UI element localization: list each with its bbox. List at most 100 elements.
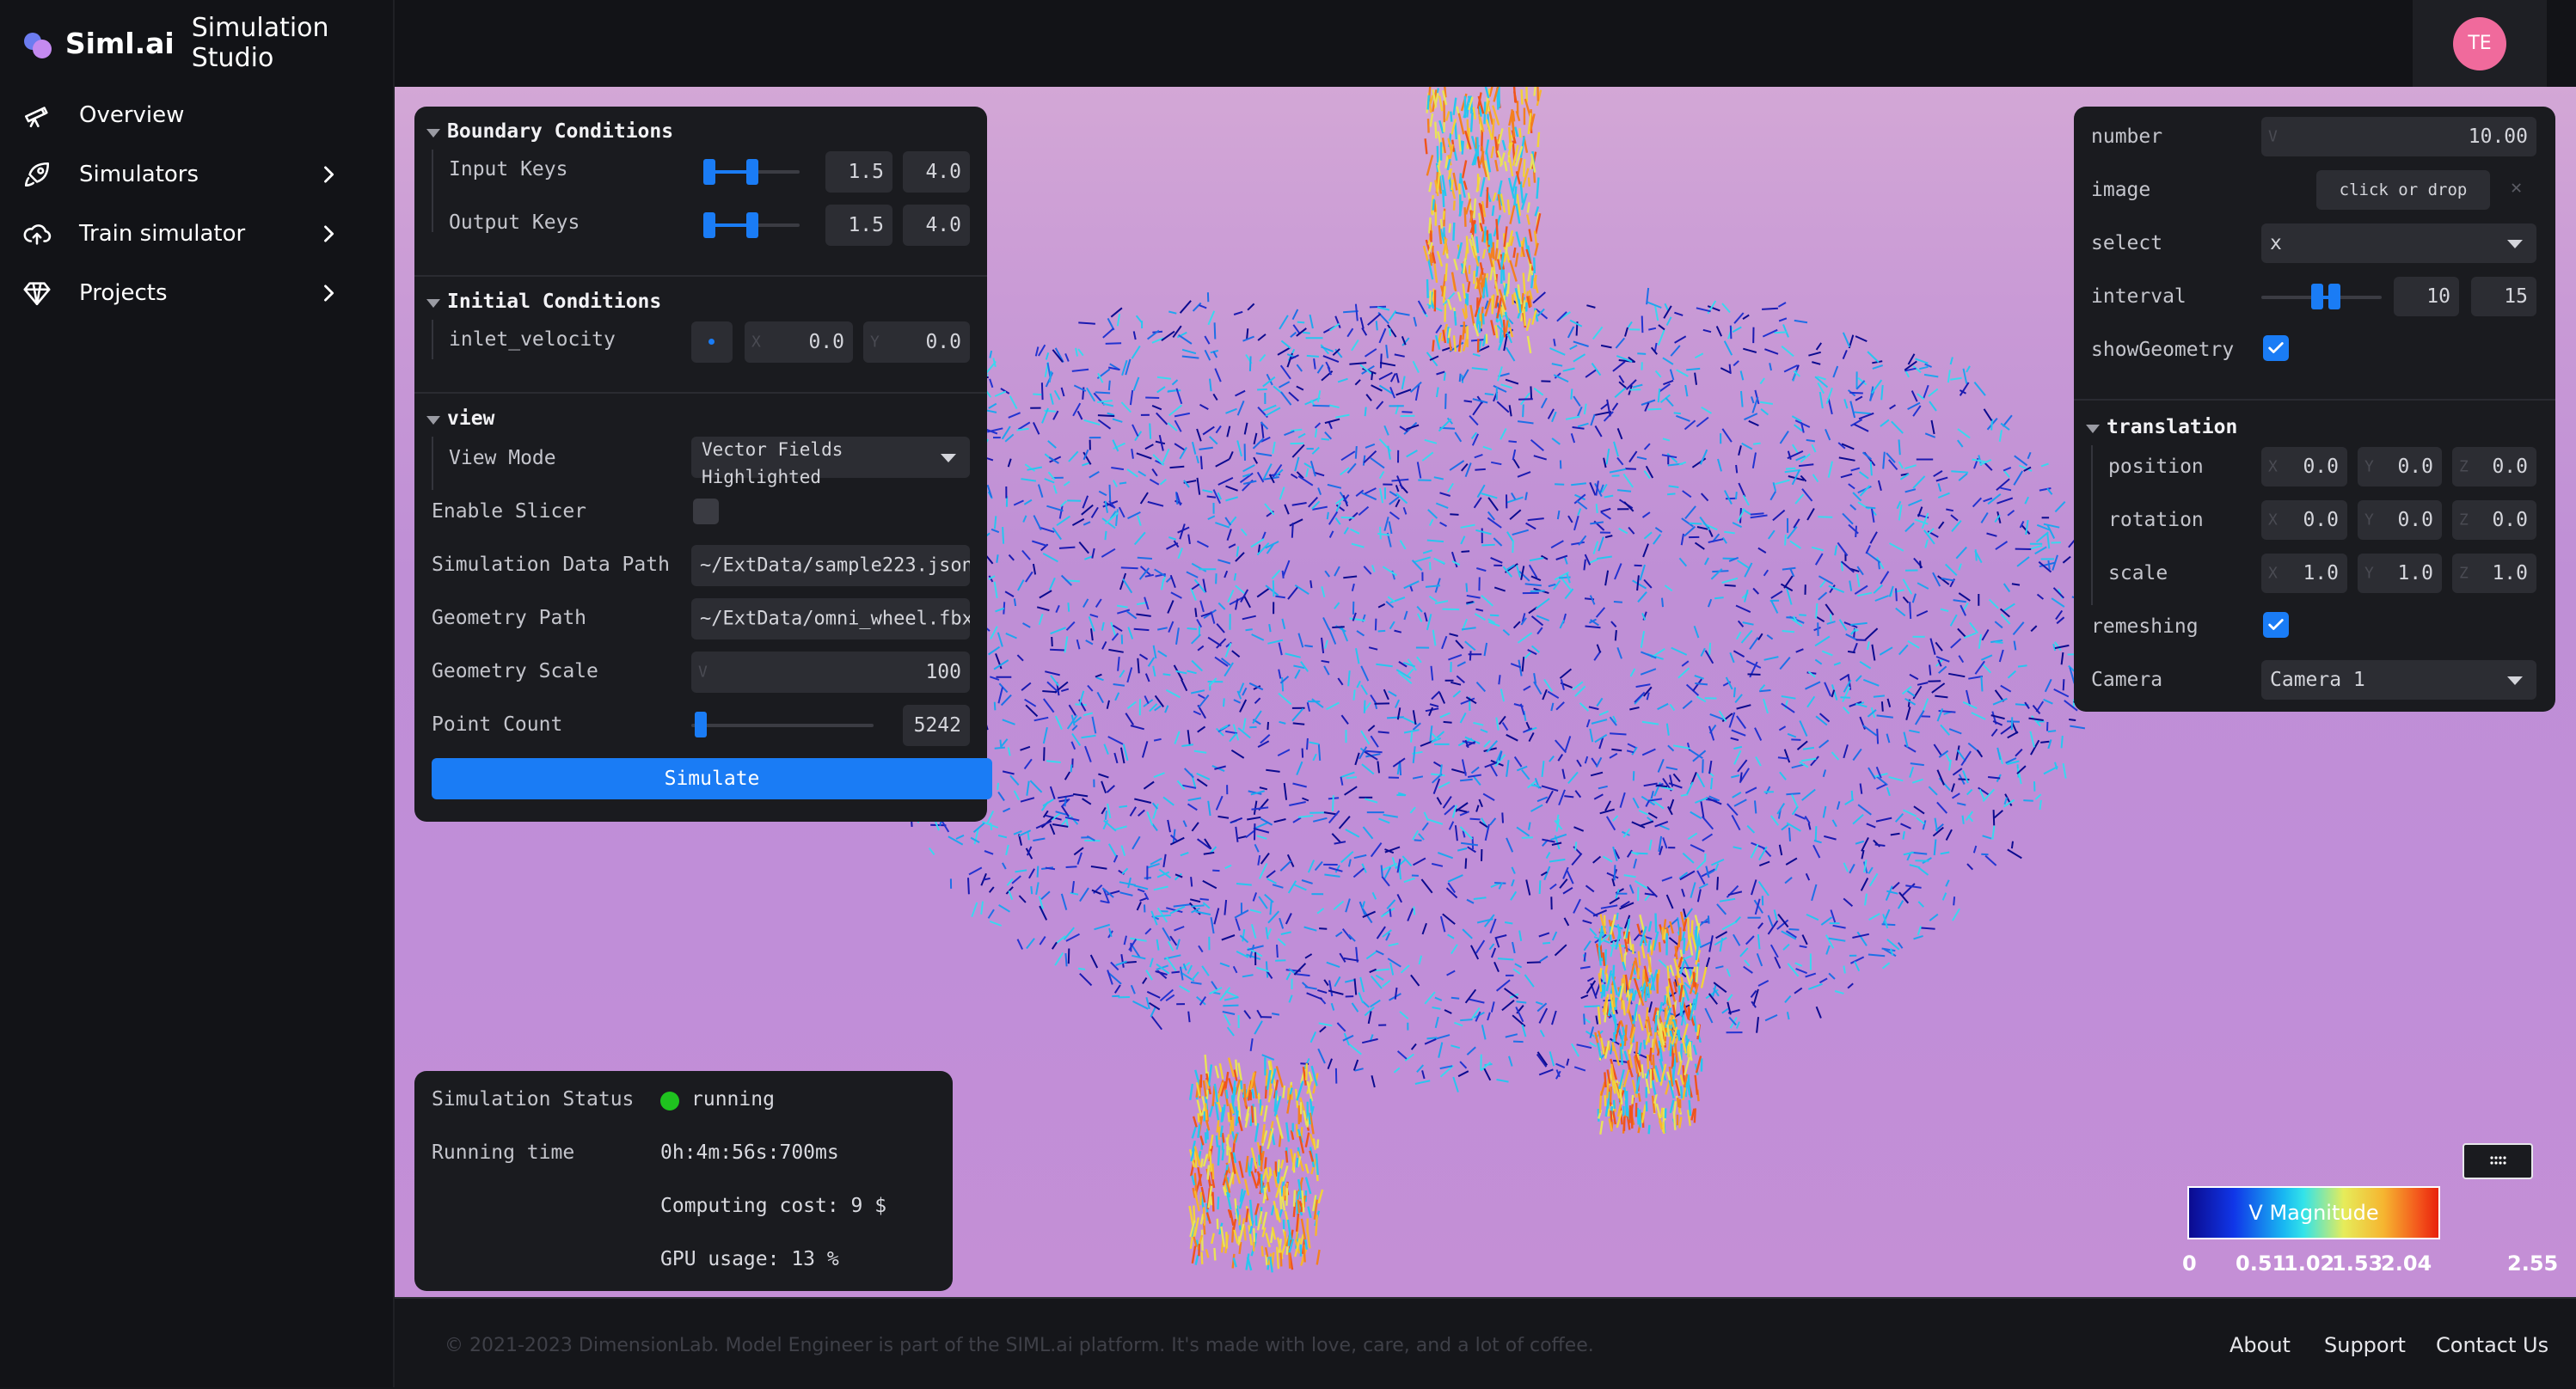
select-label: select	[2091, 232, 2162, 254]
brand-studio: Simulation Studio	[192, 13, 393, 73]
section-indent-line	[432, 150, 433, 232]
output-keys-min-handle[interactable]	[703, 212, 715, 238]
input-keys-max-handle[interactable]	[746, 159, 758, 185]
rotation-z-field[interactable]: Z0.0	[2452, 500, 2536, 540]
collapse-triangle-icon[interactable]	[426, 416, 440, 425]
point-count-field[interactable]: 5242	[903, 705, 970, 746]
sidebar-item-train-simulator[interactable]: Train simulator	[22, 210, 340, 258]
chevron-down-icon	[2507, 676, 2523, 685]
section-title-initial[interactable]: Initial Conditions	[447, 291, 661, 313]
section-indent-line	[432, 437, 433, 490]
status-value: running	[691, 1088, 775, 1111]
copyright: © 2021-2023 DimensionLab. Model Engineer…	[445, 1335, 1594, 1356]
geometry-scale-input[interactable]: V100	[691, 652, 970, 693]
gpu-usage: GPU usage: 13 %	[660, 1248, 839, 1270]
scale-y-field[interactable]: Y1.0	[2358, 554, 2442, 593]
sim-data-path-label: Simulation Data Path	[432, 554, 670, 576]
position-z-field[interactable]: Z0.0	[2452, 447, 2536, 486]
legend-tick: 0	[2182, 1251, 2197, 1276]
scale-z-field[interactable]: Z1.0	[2452, 554, 2536, 593]
point-count-slider-handle[interactable]	[695, 712, 707, 737]
view-mode-select[interactable]: Vector Fields Highlighted	[691, 437, 970, 478]
section-title-translation[interactable]: translation	[2107, 416, 2237, 438]
simulate-button[interactable]: Simulate	[432, 758, 992, 799]
grid-toggle-button[interactable]	[2463, 1143, 2533, 1179]
interval-label: interval	[2091, 285, 2187, 308]
input-keys-min-field[interactable]: 1.5	[825, 151, 892, 193]
legend-tick: 1.53	[2332, 1251, 2383, 1276]
section-indent-line	[432, 320, 433, 359]
camera-label: Camera	[2091, 669, 2162, 691]
geometry-path-input[interactable]: ~/ExtData/omni_wheel.fbx	[691, 598, 970, 639]
output-keys-min-field[interactable]: 1.5	[825, 205, 892, 246]
select-dropdown[interactable]: x	[2261, 223, 2536, 263]
chevron-right-icon	[316, 281, 340, 305]
brand-name: Siml.ai	[65, 27, 175, 60]
geometry-scale-label: Geometry Scale	[432, 660, 598, 682]
rotation-x-field[interactable]: X0.0	[2261, 500, 2347, 540]
image-drop-button[interactable]: click or drop	[2316, 170, 2490, 210]
input-keys-label: Input Keys	[449, 158, 567, 181]
footer-link-support[interactable]: Support	[2324, 1333, 2406, 1357]
sidebar-item-projects[interactable]: Projects	[22, 269, 340, 317]
sidebar-item-label: Overview	[79, 102, 184, 128]
avatar[interactable]: TE	[2453, 17, 2506, 70]
point-count-label: Point Count	[432, 713, 562, 736]
sidebar-item-label: Train simulator	[79, 221, 245, 247]
enable-slicer-checkbox[interactable]	[693, 499, 719, 524]
number-label: number	[2091, 125, 2162, 148]
diamond-icon	[22, 278, 52, 308]
section-title-view[interactable]: view	[447, 407, 494, 430]
remeshing-checkbox[interactable]	[2263, 612, 2289, 638]
grid-dots-icon	[2487, 1151, 2508, 1172]
interval-max-field[interactable]: 15	[2471, 277, 2536, 316]
interval-min-handle[interactable]	[2311, 284, 2323, 309]
input-keys-max-field[interactable]: 4.0	[903, 151, 970, 193]
footer-link-about[interactable]: About	[2229, 1333, 2291, 1357]
section-indent-line	[2091, 445, 2093, 605]
running-time-value: 0h:4m:56s:700ms	[660, 1141, 839, 1164]
position-y-field[interactable]: Y0.0	[2358, 447, 2442, 486]
number-input[interactable]: V10.00	[2261, 117, 2536, 156]
inlet-velocity-picker[interactable]	[691, 321, 733, 363]
divider	[2074, 399, 2555, 401]
collapse-triangle-icon[interactable]	[426, 299, 440, 308]
inlet-velocity-x-field[interactable]: X0.0	[745, 321, 853, 363]
rocket-icon	[22, 160, 52, 189]
input-keys-min-handle[interactable]	[703, 159, 715, 185]
inlet-velocity-y-field[interactable]: Y0.0	[863, 321, 970, 363]
collapse-triangle-icon[interactable]	[426, 129, 440, 138]
computing-cost: Computing cost: 9 $	[660, 1195, 886, 1217]
controls-panel: Boundary Conditions Input Keys 1.5 4.0 O…	[414, 107, 987, 822]
chevron-right-icon	[316, 222, 340, 246]
sidebar-item-label: Projects	[79, 280, 168, 306]
section-title-boundary[interactable]: Boundary Conditions	[447, 120, 673, 143]
sidebar-item-simulators[interactable]: Simulators	[22, 150, 340, 199]
point-count-slider-track[interactable]	[691, 724, 874, 727]
inlet-velocity-label: inlet_velocity	[449, 328, 616, 351]
brand[interactable]: Siml.ai Simulation Studio	[24, 22, 393, 64]
sidebar: Siml.ai Simulation Studio Overview Simul…	[0, 0, 395, 1387]
color-legend: V Magnitude	[2187, 1186, 2440, 1239]
parameters-panel: number V10.00 image click or drop ✕ sele…	[2074, 107, 2555, 712]
checkmark-icon	[2266, 615, 2285, 634]
interval-max-handle[interactable]	[2328, 284, 2340, 309]
clear-image-icon[interactable]: ✕	[2511, 177, 2522, 199]
position-x-field[interactable]: X0.0	[2261, 447, 2347, 486]
sim-data-path-input[interactable]: ~/ExtData/sample223.json	[691, 545, 970, 586]
rotation-label: rotation	[2108, 509, 2204, 531]
legend-tick: 0.51	[2236, 1251, 2286, 1276]
rotation-y-field[interactable]: Y0.0	[2358, 500, 2442, 540]
sidebar-item-label: Simulators	[79, 162, 199, 187]
sidebar-item-overview[interactable]: Overview	[22, 91, 340, 139]
camera-select[interactable]: Camera 1	[2261, 660, 2536, 700]
output-keys-max-handle[interactable]	[746, 212, 758, 238]
show-geometry-checkbox[interactable]	[2263, 335, 2289, 361]
footer-link-contact[interactable]: Contact Us	[2436, 1333, 2548, 1357]
scale-x-field[interactable]: X1.0	[2261, 554, 2347, 593]
collapse-triangle-icon[interactable]	[2086, 425, 2100, 433]
output-keys-max-field[interactable]: 4.0	[903, 205, 970, 246]
view-mode-label: View Mode	[449, 447, 556, 469]
user-menu[interactable]: TE	[2413, 0, 2547, 87]
interval-min-field[interactable]: 10	[2394, 277, 2459, 316]
